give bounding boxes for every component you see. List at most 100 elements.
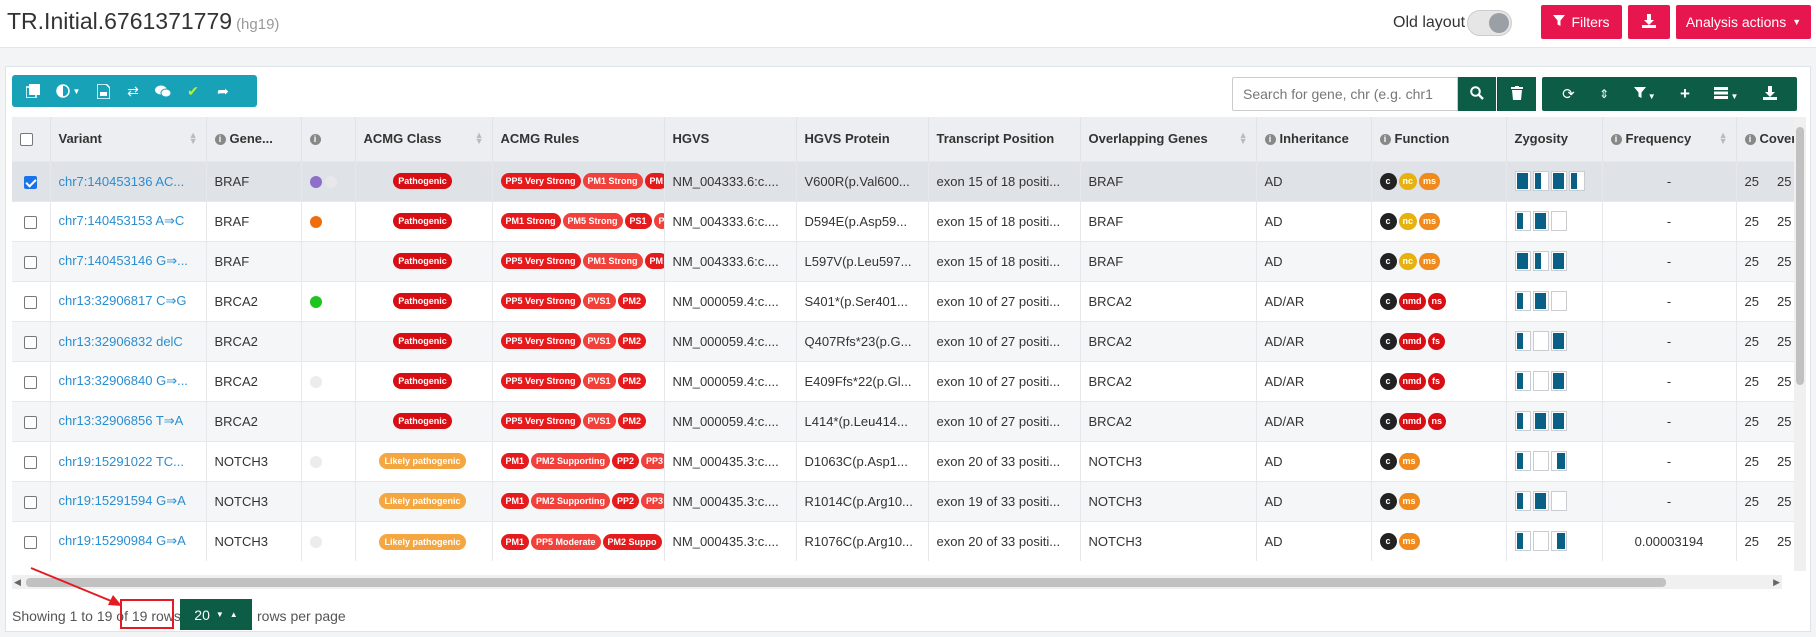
- scroll-left-arrow-icon[interactable]: ◀: [14, 575, 21, 589]
- vertical-scroll-thumb[interactable]: [1796, 127, 1804, 385]
- indicator-cell: [301, 480, 356, 521]
- old-layout-toggle[interactable]: [1467, 10, 1512, 36]
- columns-dropdown-icon[interactable]: ▼: [1714, 86, 1738, 102]
- row-select-cell[interactable]: [12, 360, 51, 401]
- comments-icon[interactable]: [148, 75, 178, 107]
- variant-link[interactable]: chr13:32906832 delC: [50, 320, 207, 361]
- row-select-cell[interactable]: [12, 440, 51, 481]
- function-badge: ms: [1419, 212, 1441, 230]
- row-select-cell[interactable]: [12, 200, 51, 241]
- variant-link[interactable]: chr7:140453153 A⇒C: [50, 200, 207, 241]
- table-row[interactable]: chr13:32906856 T⇒A BRCA2 Pathogenic PP5 …: [12, 400, 1794, 441]
- column-header-indicators[interactable]: i: [301, 117, 356, 161]
- column-header-inheritance[interactable]: i Inheritance: [1256, 117, 1372, 161]
- row-checkbox[interactable]: [24, 415, 38, 429]
- scroll-right-arrow-icon[interactable]: ▶: [1773, 575, 1780, 589]
- row-checkbox[interactable]: [24, 175, 38, 189]
- table-row[interactable]: chr19:15290984 G⇒A NOTCH3 Likely pathoge…: [12, 520, 1794, 561]
- row-checkbox[interactable]: [24, 495, 38, 509]
- export-download-icon[interactable]: [1762, 85, 1777, 103]
- column-filter-dropdown-icon[interactable]: ▼: [1633, 86, 1656, 102]
- search-input[interactable]: [1232, 77, 1458, 111]
- table-row[interactable]: chr7:140453153 A⇒C BRAF Pathogenic PM1 S…: [12, 200, 1794, 241]
- plus-icon[interactable]: +: [1680, 84, 1690, 104]
- column-header-frequency[interactable]: i Frequency ▲ ▼: [1602, 117, 1737, 161]
- acmg-rules-cell: PP5 Very Strong PM1 Strong PM: [492, 240, 665, 281]
- function-badge: nmd: [1398, 292, 1426, 310]
- filters-button[interactable]: Filters: [1541, 5, 1622, 39]
- acmg-rules-cell: PM1 PM2 Supporting PP2 PP3: [492, 440, 665, 481]
- table-row[interactable]: chr13:32906817 C⇒G BRCA2 Pathogenic PP5 …: [12, 280, 1794, 321]
- search-button[interactable]: [1458, 77, 1496, 111]
- row-checkbox[interactable]: [24, 295, 38, 309]
- column-header-hgvs[interactable]: HGVS: [664, 117, 797, 161]
- table-row[interactable]: chr7:140453136 AC... BRAF Pathogenic PP5…: [12, 160, 1794, 201]
- column-header-acmg-rules[interactable]: ACMG Rules: [492, 117, 665, 161]
- table-row[interactable]: chr19:15291022 TC... NOTCH3 Likely patho…: [12, 440, 1794, 481]
- function-cell: c nmd ns: [1371, 280, 1507, 321]
- row-checkbox[interactable]: [24, 535, 38, 549]
- column-header-variant[interactable]: Variant ▲ ▼: [50, 117, 207, 161]
- acmg-class-cell: Likely pathogenic: [355, 520, 493, 561]
- row-select-cell[interactable]: [12, 480, 51, 521]
- row-checkbox[interactable]: [24, 335, 38, 349]
- zygosity-cell: [1506, 400, 1603, 441]
- row-checkbox[interactable]: [24, 215, 38, 229]
- copy-icon[interactable]: [18, 75, 48, 107]
- variant-link[interactable]: chr13:32906817 C⇒G: [50, 280, 207, 321]
- variant-link[interactable]: chr19:15291022 TC...: [50, 440, 207, 481]
- function-badge: c: [1379, 492, 1397, 510]
- row-checkbox[interactable]: [24, 375, 38, 389]
- share-icon[interactable]: ➦: [208, 75, 238, 107]
- column-header-function[interactable]: i Function: [1371, 117, 1507, 161]
- row-select-cell[interactable]: [12, 520, 51, 561]
- table-row[interactable]: chr13:32906840 G⇒... BRCA2 Pathogenic PP…: [12, 360, 1794, 401]
- table-row[interactable]: chr7:140453146 G⇒... BRAF Pathogenic PP5…: [12, 240, 1794, 281]
- info-icon: i: [309, 134, 321, 146]
- row-select-cell[interactable]: [12, 280, 51, 321]
- column-header-overlapping-genes[interactable]: Overlapping Genes ▲ ▼: [1080, 117, 1257, 161]
- row-checkbox[interactable]: [24, 455, 38, 469]
- variant-link[interactable]: chr13:32906840 G⇒...: [50, 360, 207, 401]
- download-button[interactable]: [1628, 5, 1670, 39]
- zygosity-cell: [1506, 520, 1603, 561]
- column-header-zygosity[interactable]: Zygosity: [1506, 117, 1603, 161]
- indicator-cell: [301, 200, 356, 241]
- vertical-scrollbar[interactable]: [1794, 117, 1806, 571]
- column-header-acmg-class[interactable]: ACMG Class ▲ ▼: [355, 117, 493, 161]
- variant-link[interactable]: chr7:140453136 AC...: [50, 160, 207, 201]
- contrast-dropdown-icon[interactable]: ▼: [48, 75, 88, 107]
- select-all-checkbox[interactable]: [20, 133, 33, 147]
- double-check-icon[interactable]: ✔: [178, 75, 208, 107]
- row-select-cell[interactable]: [12, 320, 51, 361]
- variant-link[interactable]: chr13:32906856 T⇒A: [50, 400, 207, 441]
- horizontal-scroll-thumb[interactable]: [26, 578, 1666, 587]
- function-cell: c nc ms: [1371, 160, 1507, 201]
- variant-link[interactable]: chr19:15291594 G⇒A: [50, 480, 207, 521]
- csv-file-icon[interactable]: [88, 75, 118, 107]
- coverage-cell: 25 25: [1736, 520, 1794, 561]
- row-select-cell[interactable]: [12, 160, 51, 201]
- variant-link[interactable]: chr7:140453146 G⇒...: [50, 240, 207, 281]
- clear-search-button[interactable]: [1497, 77, 1536, 111]
- row-checkbox[interactable]: [24, 255, 38, 269]
- column-header-gene[interactable]: i Gene...: [206, 117, 302, 161]
- table-row[interactable]: chr13:32906832 delC BRCA2 Pathogenic PP5…: [12, 320, 1794, 361]
- column-header-hgvs-protein[interactable]: HGVS Protein: [796, 117, 929, 161]
- analysis-actions-button[interactable]: Analysis actions ▼: [1676, 5, 1811, 39]
- table-row[interactable]: chr19:15291594 G⇒A NOTCH3 Likely pathoge…: [12, 480, 1794, 521]
- column-header-coverage[interactable]: iCovera: [1736, 117, 1794, 161]
- refresh-icon[interactable]: ⟳: [1562, 85, 1575, 103]
- zygosity-box: [1514, 531, 1531, 552]
- sort-icon[interactable]: ⇕: [1599, 87, 1609, 101]
- swap-icon[interactable]: ⇄: [118, 75, 148, 107]
- page-size-dropdown[interactable]: 20 ▼ ▲: [180, 599, 252, 630]
- row-select-cell[interactable]: [12, 240, 51, 281]
- column-header-transcript-position[interactable]: Transcript Position: [928, 117, 1081, 161]
- horizontal-scrollbar[interactable]: ◀ ▶: [12, 575, 1782, 589]
- indicator-cell: [301, 240, 356, 281]
- zygosity-box: [1550, 411, 1567, 431]
- select-all-header[interactable]: [12, 117, 51, 161]
- row-select-cell[interactable]: [12, 400, 51, 441]
- variant-link[interactable]: chr19:15290984 G⇒A: [50, 520, 207, 561]
